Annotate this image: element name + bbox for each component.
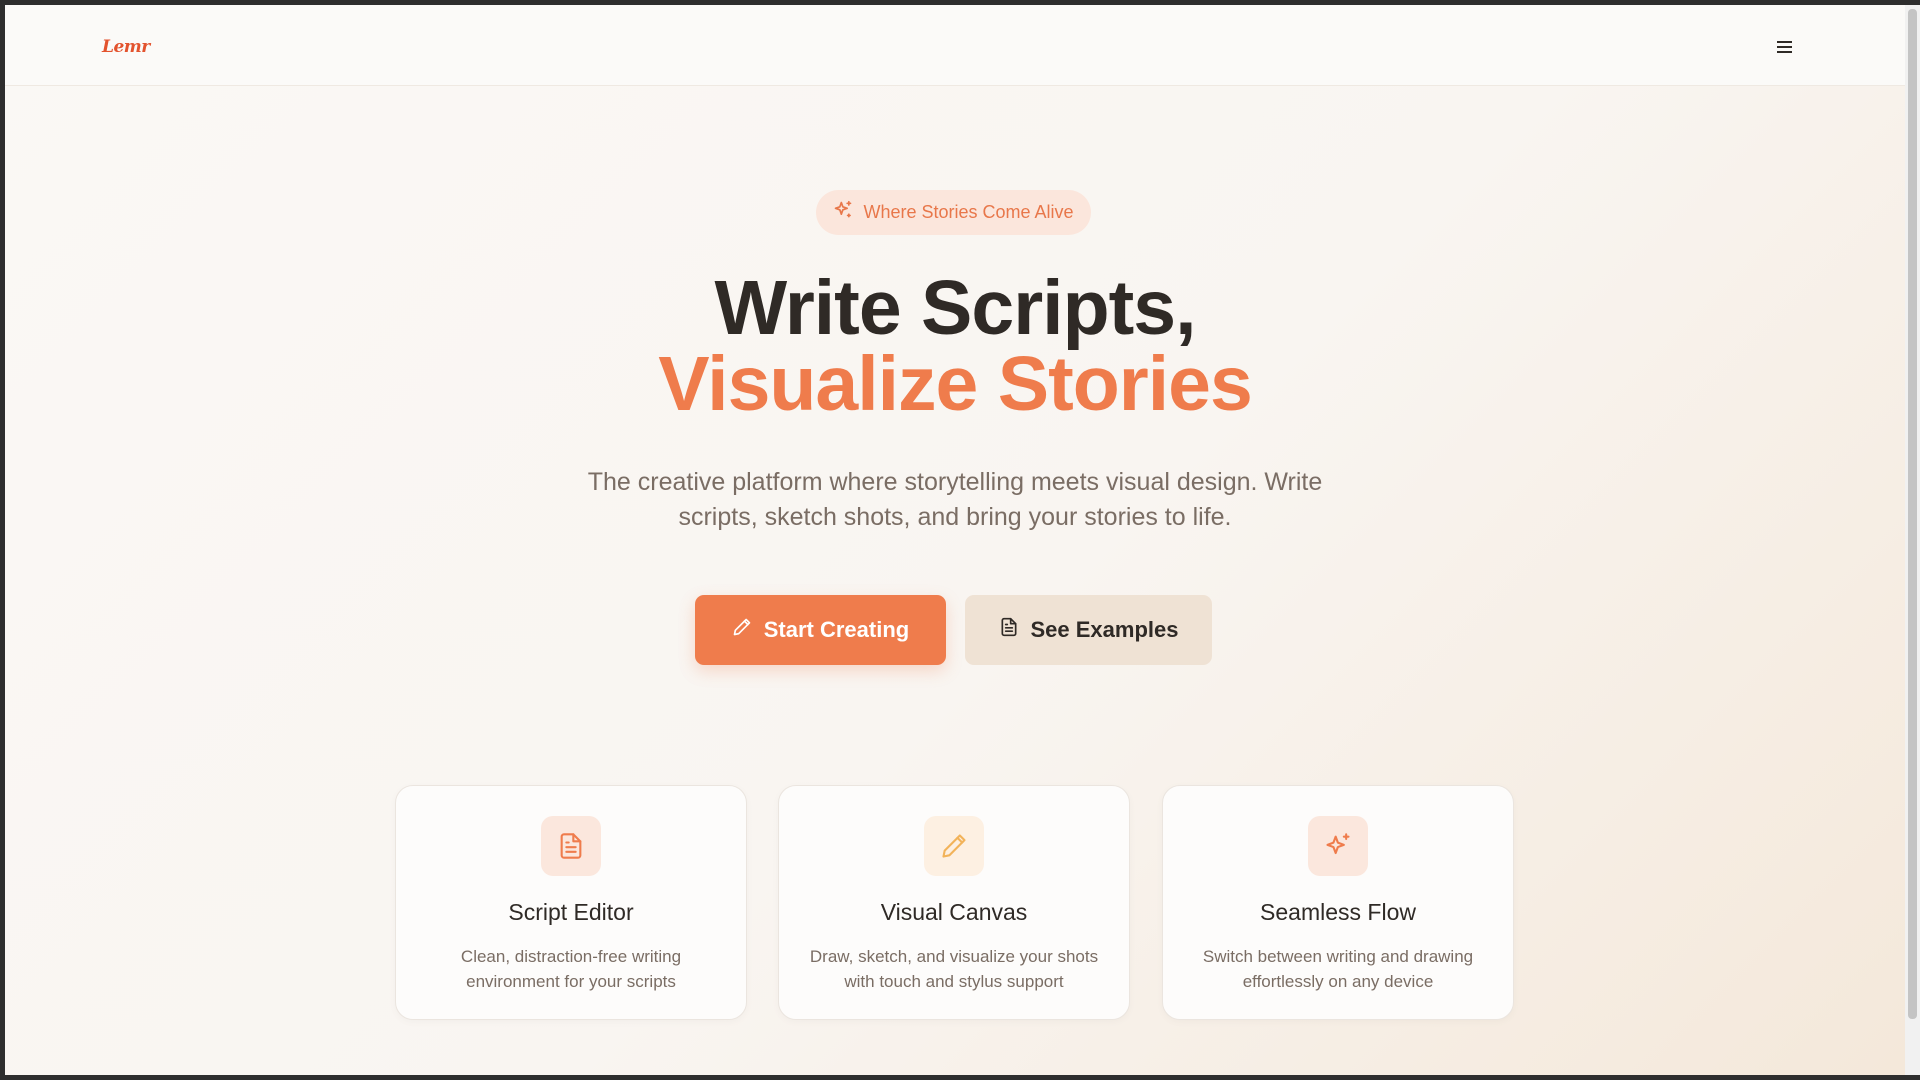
hero-headline: Write Scripts, Visualize Stories (5, 270, 1905, 427)
vertical-scrollbar[interactable] (1905, 5, 1920, 1075)
feature-card-script-editor: Script Editor Clean, distraction-free wr… (395, 785, 747, 1020)
top-navbar: Lemr (5, 5, 1905, 86)
sparkles-icon (833, 200, 853, 225)
sparkles-icon (1308, 816, 1368, 876)
feature-description: Switch between writing and drawing effor… (1202, 947, 1474, 991)
feature-description: Clean, distraction-free writing environm… (460, 947, 682, 991)
hamburger-icon[interactable] (1775, 38, 1795, 56)
hero-subtitle: The creative platform where storytelling… (587, 468, 1323, 531)
pencil-icon (924, 816, 984, 876)
feature-card-seamless-flow: Seamless Flow Switch between writing and… (1162, 785, 1514, 1020)
start-creating-button[interactable]: Start Creating (695, 595, 946, 665)
page-viewport: Lemr Where Stories Come Alive Write Scri… (5, 5, 1905, 1075)
feature-description: Draw, sketch, and visualize your shots w… (809, 947, 1099, 991)
see-examples-label: See Examples (1030, 617, 1179, 642)
feature-title: Seamless Flow (1260, 899, 1416, 925)
scrollbar-thumb[interactable] (1908, 9, 1917, 1019)
headline-line-2: Visualize Stories (658, 341, 1253, 427)
file-text-icon (999, 617, 1019, 643)
logo[interactable]: Lemr (102, 37, 150, 57)
pencil-icon (732, 617, 752, 643)
file-text-icon (541, 816, 601, 876)
start-creating-label: Start Creating (763, 617, 910, 642)
hero-badge: Where Stories Come Alive (816, 190, 1091, 235)
feature-title: Visual Canvas (880, 899, 1028, 925)
headline-line-1: Write Scripts, (714, 265, 1197, 351)
feature-title: Script Editor (508, 899, 634, 925)
feature-card-visual-canvas: Visual Canvas Draw, sketch, and visualiz… (778, 785, 1130, 1020)
badge-label: Where Stories Come Alive (863, 202, 1074, 222)
see-examples-button[interactable]: See Examples (965, 595, 1212, 665)
